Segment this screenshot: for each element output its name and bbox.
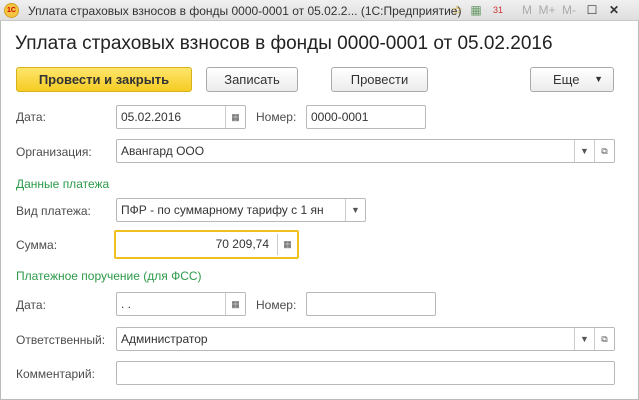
organization-label: Организация:: [16, 145, 92, 159]
number-field[interactable]: 0000-0001: [306, 105, 426, 129]
memory-plus-button[interactable]: M+: [538, 2, 556, 19]
title-bar: 1С Уплата страховых взносов в фонды 0000…: [0, 0, 639, 21]
order-date-value: . .: [121, 297, 132, 311]
payment-type-label: Вид платежа:: [16, 204, 91, 218]
dropdown-icon[interactable]: ▼: [574, 140, 594, 162]
calendar-icon[interactable]: ▦: [225, 293, 245, 315]
sum-label: Сумма:: [16, 238, 58, 252]
calendar-icon[interactable]: 31: [490, 2, 506, 19]
memory-minus-button[interactable]: M-: [560, 2, 578, 19]
comment-field[interactable]: [116, 361, 615, 385]
date-label: Дата:: [16, 110, 46, 124]
close-icon[interactable]: ✕: [606, 2, 622, 19]
open-icon[interactable]: ⧉: [594, 328, 614, 350]
order-number-label: Номер:: [256, 298, 297, 312]
order-number-field[interactable]: [306, 292, 436, 316]
order-date-field[interactable]: . . ▦: [116, 292, 246, 316]
sum-value: 70 209,74: [215, 237, 269, 251]
calendar-icon[interactable]: ▦: [225, 106, 245, 128]
date-field[interactable]: 05.02.2016 ▦: [116, 105, 246, 129]
open-icon[interactable]: ⧉: [594, 140, 614, 162]
dropdown-icon[interactable]: ▼: [574, 328, 594, 350]
post-label: Провести: [350, 72, 409, 87]
dropdown-icon[interactable]: ▼: [345, 199, 365, 221]
app-logo-icon: 1С: [4, 3, 19, 18]
page-title: Уплата страховых взносов в фонды 0000-00…: [15, 33, 553, 54]
more-label: Еще: [553, 72, 580, 87]
order-group-title: Платежное поручение (для ФСС): [16, 269, 202, 283]
window-title: Уплата страховых взносов в фонды 0000-00…: [28, 4, 462, 18]
post-button[interactable]: Провести: [331, 67, 428, 92]
number-label: Номер:: [256, 110, 297, 124]
comment-label: Комментарий:: [16, 367, 95, 381]
responsible-value: Администратор: [121, 332, 208, 346]
order-date-label: Дата:: [16, 298, 46, 312]
organization-value: Авангард ООО: [121, 144, 205, 158]
sum-field[interactable]: 70 209,74 ▦: [114, 230, 299, 259]
responsible-field[interactable]: Администратор ▼ ⧉: [116, 327, 615, 351]
more-button[interactable]: Еще ▼: [530, 67, 614, 92]
date-value: 05.02.2016: [121, 110, 182, 124]
payment-group-title: Данные платежа: [16, 177, 110, 191]
calculator-icon[interactable]: ▦: [277, 234, 297, 255]
memory-button[interactable]: M: [520, 2, 534, 19]
save-button[interactable]: Записать: [206, 67, 298, 92]
calculator-icon[interactable]: ▦: [468, 2, 484, 19]
chevron-down-icon: ▼: [594, 74, 603, 84]
favorite-icon[interactable]: ☆: [449, 2, 465, 19]
post-and-close-button[interactable]: Провести и закрыть: [16, 67, 192, 92]
payment-type-field[interactable]: ПФР - по суммарному тарифу с 1 ян ▼: [116, 198, 366, 222]
responsible-label: Ответственный:: [16, 333, 106, 347]
maximize-icon[interactable]: ☐: [584, 2, 600, 19]
payment-type-value: ПФР - по суммарному тарифу с 1 ян: [121, 203, 324, 217]
organization-field[interactable]: Авангард ООО ▼ ⧉: [116, 139, 615, 163]
